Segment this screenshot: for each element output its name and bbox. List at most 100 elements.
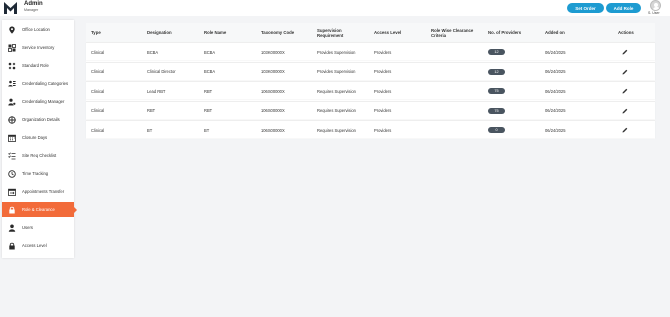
sidebar-item-label: Organization Details <box>22 117 60 122</box>
actions-cell <box>622 102 628 120</box>
cell-designation: Clinical Director <box>147 69 176 74</box>
sidebar-item-label: Service Inventory <box>22 45 55 50</box>
roles-table: Type Designation Role Name Taxonomy Code… <box>86 23 655 139</box>
cell-role-name: RBT <box>204 88 213 94</box>
column-header-providers: No. of Providers <box>488 30 522 35</box>
sidebar-item-organization-details[interactable]: Organization Details <box>2 112 74 127</box>
cell-added-on: 06/24/2025 <box>545 88 566 94</box>
table-header: Type Designation Role Name Taxonomy Code… <box>86 23 655 42</box>
actions-cell <box>622 82 628 100</box>
providers-count-badge[interactable]: 12 <box>488 49 505 55</box>
providers-count-cell: 12 <box>488 63 505 81</box>
cell-access-level: Providers <box>374 88 392 94</box>
sidebar-item-service-inventory[interactable]: Service Inventory <box>2 40 74 55</box>
providers-count-cell: 75 <box>488 102 505 120</box>
edit-icon[interactable] <box>622 69 628 75</box>
column-header-access-level: Access Level <box>374 30 402 35</box>
manager-icon <box>8 98 16 106</box>
providers-count-badge[interactable]: 0 <box>488 127 505 133</box>
sidebar-item-office-location[interactable]: Office Location <box>2 22 74 37</box>
sidebar-item-label: Credentialing Manager <box>22 99 65 104</box>
organization-icon <box>8 115 16 124</box>
table-row: Clinical BT BT 106S00000X Requires Super… <box>86 120 655 138</box>
user-name: S. User <box>648 11 660 15</box>
cell-role-name: BCBA <box>204 69 216 74</box>
cell-type: Clinical <box>91 88 105 94</box>
cell-supervision: Requires Supervision <box>317 108 356 113</box>
cell-designation: Lead RBT <box>147 88 166 94</box>
table-row: Clinical Clinical Director BCBA 103K0000… <box>86 61 655 81</box>
sidebar-item-label: Time Tracking <box>22 171 49 176</box>
sidebar-item-access-level[interactable]: Access Level <box>2 238 74 253</box>
column-header-taxonomy-code: Taxonomy Code <box>261 30 295 35</box>
cell-access-level: Providers <box>374 69 392 74</box>
table-row: Clinical BCBA BCBA 103K00000X Provides S… <box>86 42 655 60</box>
cell-supervision: Provides Supervision <box>317 69 356 74</box>
sidebar-item-closure-days[interactable]: Closure Days <box>2 130 74 145</box>
cell-added-on: 06/24/2025 <box>545 49 566 55</box>
sidebar-item-label: Site Req Checklist <box>22 153 57 158</box>
providers-count-badge[interactable]: 12 <box>488 68 505 75</box>
actions-cell <box>622 63 628 81</box>
cell-designation: BT <box>147 127 153 133</box>
edit-icon[interactable] <box>622 127 628 133</box>
standard-role-icon <box>8 62 16 70</box>
clock-icon <box>8 169 16 178</box>
categories-icon <box>8 80 16 88</box>
sidebar-item-label: Appointments Transfer <box>22 189 65 194</box>
column-header-designation: Designation <box>147 30 172 35</box>
column-header-type: Type <box>91 30 101 35</box>
sidebar-item-standard-role[interactable]: Standard Role <box>2 58 74 73</box>
cell-taxonomy: 106S00000X <box>261 108 285 113</box>
add-role-button[interactable]: Add Role <box>606 3 641 13</box>
sidebar-item-credentialing-manager[interactable]: Credentialing Manager <box>2 94 74 109</box>
cell-supervision: Requires Supervision <box>317 88 356 94</box>
brand-name: Admin <box>24 1 43 7</box>
cell-role-name: BT <box>204 127 210 133</box>
brand-block: Admin Manager <box>24 1 43 12</box>
checklist-icon <box>8 152 16 160</box>
providers-count-badge[interactable]: 75 <box>488 107 505 114</box>
settings-sidebar: Office Location Service Inventory Standa… <box>2 20 77 258</box>
edit-icon[interactable] <box>622 88 628 94</box>
column-header-role-name: Role Name <box>204 30 227 35</box>
cell-supervision: Provides Supervision <box>317 49 356 55</box>
actions-cell <box>622 43 628 61</box>
sidebar-item-appointments-transfer[interactable]: Appointments Transfer <box>2 184 74 199</box>
user-icon <box>8 224 16 232</box>
cell-access-level: Providers <box>374 49 392 55</box>
table-row: Clinical Lead RBT RBT 106S00000X Require… <box>86 81 655 99</box>
sidebar-item-label: Access Level <box>22 243 47 248</box>
cell-access-level: Providers <box>374 127 392 133</box>
edit-icon[interactable] <box>622 49 628 55</box>
top-header: Admin Manager Set Order Add Role S. User <box>0 0 670 16</box>
brand-role: Manager <box>24 8 39 12</box>
column-header-supervision: Supervision Requirement <box>317 27 344 38</box>
user-avatar[interactable] <box>650 0 661 11</box>
sidebar-item-label: Standard Role <box>22 63 49 68</box>
calendar-icon <box>8 134 16 142</box>
sidebar-item-time-tracking[interactable]: Time Tracking <box>2 166 74 181</box>
providers-count-badge[interactable]: 75 <box>488 88 505 94</box>
cell-type: Clinical <box>91 127 105 133</box>
sidebar-item-label: Users <box>22 225 33 230</box>
cell-designation: RBT <box>147 108 156 113</box>
cell-type: Clinical <box>91 69 105 74</box>
sidebar-item-users[interactable]: Users <box>2 220 74 235</box>
cell-taxonomy: 103K00000X <box>261 69 285 74</box>
appointments-icon <box>8 188 16 196</box>
sidebar-item-site-req-checklist[interactable]: Site Req Checklist <box>2 148 74 163</box>
cell-type: Clinical <box>91 49 105 55</box>
sidebar-item-credentialing-categories[interactable]: Credentialing Categories <box>2 76 74 91</box>
set-order-button[interactable]: Set Order <box>567 3 604 13</box>
actions-cell <box>622 121 628 139</box>
cell-added-on: 06/24/2025 <box>545 69 566 74</box>
column-header-added-on: Added on <box>545 30 565 35</box>
providers-count-cell: 75 <box>488 82 505 100</box>
column-header-actions: Actions <box>618 30 634 35</box>
edit-icon[interactable] <box>622 108 628 114</box>
cell-supervision: Requires Supervision <box>317 127 356 133</box>
sidebar-item-role-clearance[interactable]: Role & Clearance <box>2 202 77 217</box>
cell-added-on: 06/24/2025 <box>545 108 566 113</box>
inventory-icon <box>8 43 16 52</box>
